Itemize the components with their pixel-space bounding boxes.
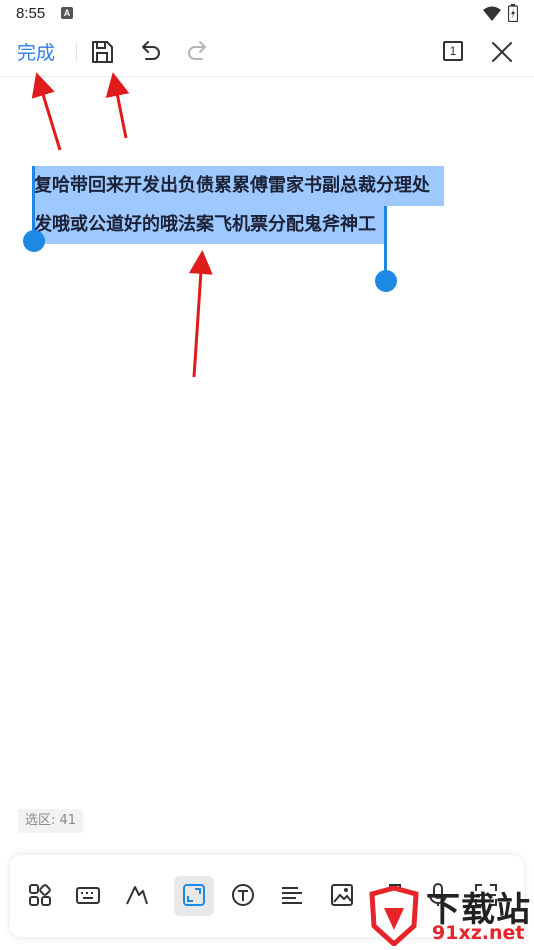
status-time: 8:55 [16, 5, 46, 22]
done-button[interactable]: 完成 [17, 38, 55, 65]
save-icon[interactable] [88, 38, 116, 66]
battery-icon [508, 4, 518, 22]
selection-start-handle[interactable] [23, 230, 45, 252]
watermark-logo: 下载站 91xz.net [360, 880, 534, 950]
close-icon[interactable] [488, 38, 516, 66]
pen-icon[interactable] [123, 881, 151, 909]
selection-count-badge: 选区: 41 [18, 809, 84, 833]
image-icon[interactable] [328, 881, 356, 909]
page-count-icon[interactable]: 1 [443, 41, 463, 61]
wifi-icon [483, 6, 501, 21]
undo-icon[interactable] [136, 38, 164, 66]
align-icon[interactable] [278, 881, 306, 909]
notification-badge-icon: A [61, 7, 73, 19]
page-count-label: 1 [449, 44, 457, 58]
watermark-site: 91xz.net [432, 922, 525, 944]
toolbar-divider [76, 42, 77, 62]
keyboard-icon[interactable] [74, 881, 102, 909]
selected-text-line[interactable]: 复哈带回来开发出负债累累傅雷家书副总裁分理处 [33, 166, 444, 206]
selection-end-handle[interactable] [375, 270, 397, 292]
status-bar: 8:55 A [0, 0, 534, 28]
selection-end-caret [384, 206, 387, 276]
logo-shield-icon [369, 886, 419, 946]
top-toolbar: 完成 1 [0, 28, 534, 77]
selected-text-line-2: 发哦或公道好的哦法案飞机票分配鬼斧神工 [34, 214, 376, 235]
select-frame-icon[interactable] [180, 881, 208, 909]
text-icon[interactable] [229, 881, 257, 909]
redo-icon[interactable] [184, 38, 212, 66]
grid-icon[interactable] [26, 881, 54, 909]
selected-text-line-1: 复哈带回来开发出负债累累傅雷家书副总裁分理处 [34, 175, 430, 196]
selected-text-line[interactable]: 发哦或公道好的哦法案飞机票分配鬼斧神工 [33, 206, 385, 244]
selection-start-caret [32, 166, 35, 238]
